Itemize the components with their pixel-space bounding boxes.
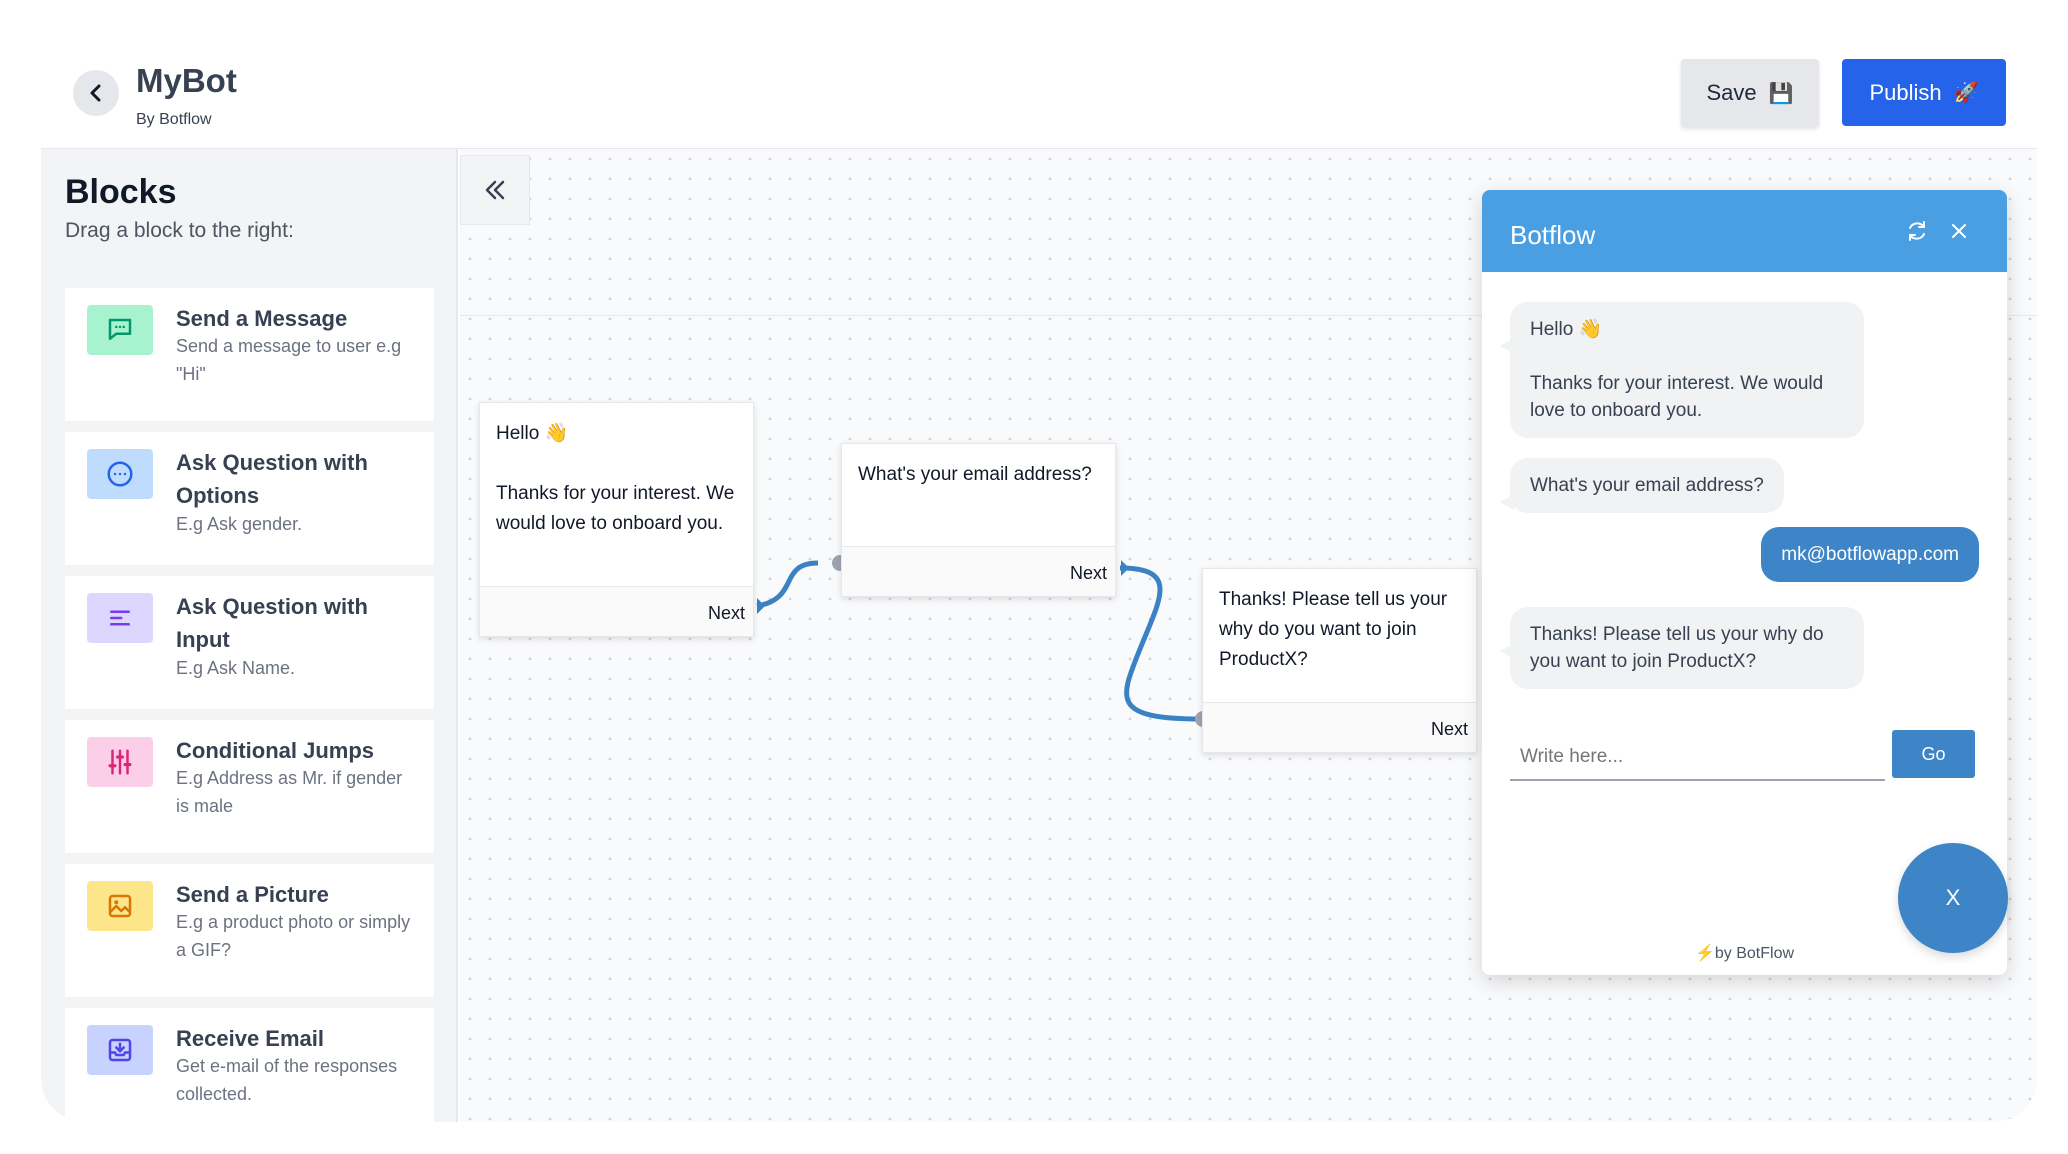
flow-node-1[interactable]: Hello 👋 Thanks for your interest. We wou…	[479, 402, 754, 637]
output-handle-2	[1121, 560, 1129, 576]
chat-message-user: mk@botflowapp.com	[1761, 527, 1979, 582]
node-footer: Next	[1203, 702, 1476, 752]
block-description: E.g Address as Mr. if gender is male	[176, 768, 403, 816]
chat-message-bot: Thanks! Please tell us your why do you w…	[1500, 607, 1864, 689]
node-text: What's your email address?	[858, 464, 1092, 485]
node-footer: Next	[480, 586, 753, 636]
block-ask-input[interactable]: Ask Question with Input E.g Ask Name.	[65, 576, 434, 709]
chat-title: Botflow	[1510, 220, 1596, 250]
back-button[interactable]	[73, 70, 119, 116]
app-header: MyBot By Botflow Save 💾 Publish 🚀	[0, 0, 2068, 148]
publish-button[interactable]: Publish 🚀	[1842, 59, 2006, 126]
page-subtitle: By Botflow	[136, 111, 212, 128]
block-title: Send a Picture	[176, 882, 329, 907]
block-icon-bg	[87, 1025, 153, 1075]
chat-message-input[interactable]	[1510, 735, 1885, 781]
node-text: Hello 👋 Thanks for your interest. We wou…	[496, 423, 735, 534]
connector-2-3	[1119, 565, 1203, 722]
flow-node-2[interactable]: What's your email address? Next	[841, 443, 1116, 597]
block-send-picture[interactable]: Send a Picture E.g a product photo or si…	[65, 864, 434, 997]
block-description: E.g a product photo or simply a GIF?	[176, 912, 411, 960]
chat-toggle-button[interactable]: X	[1898, 843, 2008, 953]
block-title: Conditional Jumps	[176, 738, 374, 763]
options-icon	[107, 461, 133, 487]
flow-node-3[interactable]: Thanks! Please tell us your why do you w…	[1202, 568, 1477, 753]
node-next-port[interactable]: Next	[1431, 719, 1468, 740]
block-title: Ask Question with Input	[176, 594, 368, 652]
block-send-message[interactable]: Send a Message Send a message to user e.…	[65, 288, 434, 421]
block-description: Send a message to user e.g "Hi"	[176, 336, 402, 384]
block-icon-bg	[87, 449, 153, 499]
chevron-left-icon	[90, 84, 101, 102]
block-description: E.g Ask gender.	[176, 514, 303, 534]
close-chat-button[interactable]	[1944, 216, 1974, 246]
save-button[interactable]: Save 💾	[1681, 59, 1819, 127]
chat-header: Botflow	[1482, 190, 2007, 272]
node-next-port[interactable]: Next	[708, 603, 745, 624]
page-title: MyBot	[136, 62, 237, 99]
inbox-icon	[108, 1038, 132, 1062]
chat-message-bot: What's your email address?	[1500, 458, 1784, 513]
node-text: Thanks! Please tell us your why do you w…	[1219, 589, 1448, 670]
connector-1-2	[756, 560, 819, 609]
floppy-icon: 💾	[1768, 82, 1794, 105]
chat-message-bot: Hello 👋 Thanks for your interest. We wou…	[1500, 302, 1864, 438]
block-title: Send a Message	[176, 306, 348, 331]
block-receive-email[interactable]: Receive Email Get e-mail of the response…	[65, 1008, 434, 1122]
message-icon	[108, 318, 132, 340]
save-label: Save	[1706, 80, 1757, 105]
node-next-port[interactable]: Next	[1070, 563, 1107, 584]
block-icon-bg	[87, 305, 153, 355]
picture-icon	[108, 894, 132, 918]
chat-send-button[interactable]: Go	[1892, 730, 1975, 778]
block-icon-bg	[87, 737, 153, 787]
block-ask-options[interactable]: Ask Question with Options E.g Ask gender…	[65, 432, 434, 565]
input-icon	[110, 610, 130, 626]
block-icon-bg	[87, 593, 153, 643]
block-conditional-jumps[interactable]: Conditional Jumps E.g Address as Mr. if …	[65, 720, 434, 853]
block-title: Receive Email	[176, 1026, 324, 1051]
close-icon	[1952, 224, 1966, 238]
sidebar-subtitle: Drag a block to the right:	[65, 219, 294, 242]
refresh-icon	[1909, 221, 1925, 241]
publish-label: Publish	[1869, 79, 1942, 105]
double-chevron-left-icon	[485, 180, 505, 200]
sliders-icon	[108, 749, 132, 775]
blocks-sidebar: Blocks Drag a block to the right: Send a…	[41, 149, 458, 1122]
rocket-icon: 🚀	[1953, 82, 1979, 104]
sidebar-title: Blocks	[65, 173, 177, 211]
block-description: E.g Ask Name.	[176, 658, 296, 678]
block-title: Ask Question with Options	[176, 450, 368, 508]
block-icon-bg	[87, 881, 153, 931]
node-footer: Next	[842, 546, 1115, 596]
output-handle-1	[757, 598, 765, 614]
collapse-sidebar-button[interactable]	[460, 155, 530, 225]
block-description: Get e-mail of the responses collected.	[176, 1056, 398, 1104]
refresh-button[interactable]	[1902, 216, 1932, 246]
